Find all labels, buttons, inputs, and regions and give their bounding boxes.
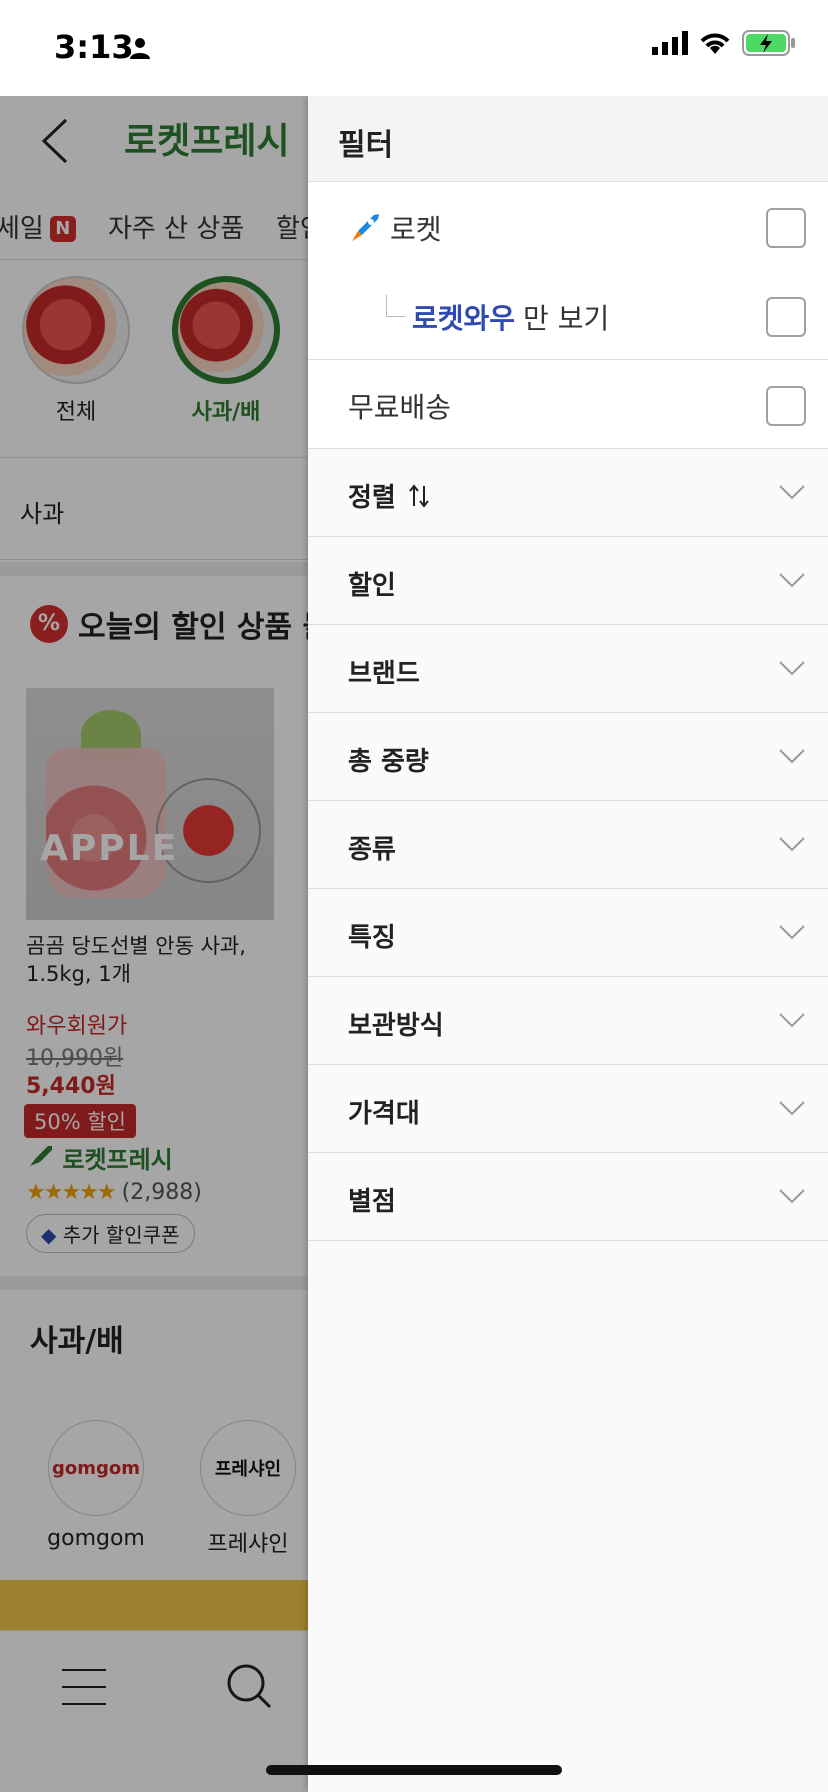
section-label: 특징 — [348, 923, 396, 953]
chevron-down-icon — [779, 749, 805, 764]
option-label: 로켓와우 만 보기 — [412, 297, 609, 337]
section-label: 가격대 — [348, 1099, 420, 1129]
filter-option-free-shipping[interactable]: 무료배송 — [308, 360, 828, 449]
status-icons — [652, 30, 796, 56]
status-time: 3:13 — [54, 28, 134, 66]
filter-option-rocket[interactable]: 로켓 — [308, 182, 828, 271]
person-icon — [130, 38, 150, 59]
option-text: 만 보기 — [523, 302, 610, 335]
filter-section-feature[interactable]: 특징 — [308, 889, 828, 977]
option-label: 로켓 — [348, 208, 442, 248]
signal-icon — [652, 31, 688, 55]
filter-section-discount[interactable]: 할인 — [308, 537, 828, 625]
chevron-down-icon — [779, 1101, 805, 1116]
filter-option-rocket-wow[interactable]: 로켓와우 만 보기 — [308, 271, 828, 360]
free-shipping-checkbox[interactable] — [766, 386, 806, 426]
filter-section-storage[interactable]: 보관방식 — [308, 977, 828, 1065]
filter-drawer: 필터 로켓 로켓와우 만 보기 무료배송 정렬 할인 브랜드 총 중량 종류 특… — [308, 96, 828, 1792]
filter-header: 필터 — [308, 96, 828, 182]
section-label: 종류 — [348, 835, 396, 865]
filter-section-brand[interactable]: 브랜드 — [308, 625, 828, 713]
filter-section-sort[interactable]: 정렬 — [308, 449, 828, 537]
chevron-down-icon — [779, 925, 805, 940]
chevron-down-icon — [779, 573, 805, 588]
chevron-down-icon — [779, 837, 805, 852]
indent-icon — [386, 295, 406, 317]
rocket-icon — [352, 214, 379, 241]
section-text: 정렬 — [348, 483, 396, 513]
filter-section-price-range[interactable]: 가격대 — [308, 1065, 828, 1153]
sort-arrows-icon — [409, 483, 429, 508]
section-label: 정렬 — [348, 477, 430, 514]
rocket-wow-checkbox[interactable] — [766, 297, 806, 337]
filter-section-weight[interactable]: 총 중량 — [308, 713, 828, 801]
section-label: 브랜드 — [348, 659, 420, 689]
section-label: 할인 — [348, 571, 396, 601]
wifi-icon — [700, 33, 730, 54]
battery-charging-icon — [742, 30, 795, 56]
chevron-down-icon — [779, 1013, 805, 1028]
chevron-down-icon — [779, 661, 805, 676]
chevron-down-icon — [779, 1189, 805, 1204]
rocket-wow-text: 로켓와우 — [412, 302, 516, 335]
filter-section-type[interactable]: 종류 — [308, 801, 828, 889]
option-text: 무료배송 — [348, 391, 452, 424]
option-label: 무료배송 — [348, 386, 451, 426]
status-bar: 3:13 — [0, 0, 828, 96]
section-label: 별점 — [348, 1187, 396, 1217]
filter-title: 필터 — [338, 128, 394, 163]
rocket-checkbox[interactable] — [766, 208, 806, 248]
chevron-down-icon — [779, 485, 805, 500]
filter-section-rating[interactable]: 별점 — [308, 1153, 828, 1241]
home-indicator[interactable] — [266, 1765, 562, 1775]
app-root: 3:13 로켓프레시 세일 N 자주 산 상품 할인 전체 사과/배 사과 % … — [0, 0, 828, 1792]
section-label: 총 중량 — [348, 747, 429, 777]
section-label: 보관방식 — [348, 1011, 444, 1041]
option-text: 로켓 — [390, 213, 442, 246]
